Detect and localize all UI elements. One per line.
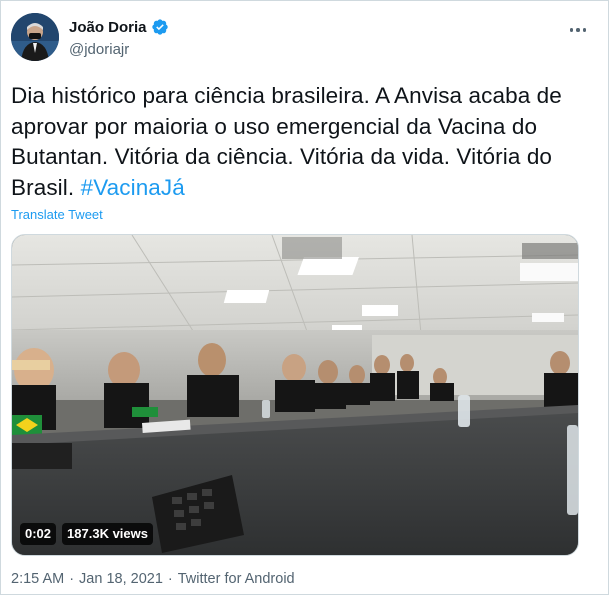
video-duration: 0:02 xyxy=(20,523,57,545)
more-icon[interactable] xyxy=(566,21,590,39)
tweet-date[interactable]: Jan 18, 2021 xyxy=(79,571,163,587)
meta-separator: · xyxy=(167,571,173,587)
avatar[interactable] xyxy=(11,13,59,61)
more-dot xyxy=(569,28,574,32)
author-handle[interactable]: @jdoriajr xyxy=(69,41,129,58)
video-views: 187.3K views xyxy=(62,523,153,545)
tweet-time[interactable]: 2:15 AM xyxy=(11,571,64,587)
video-thumbnail xyxy=(12,235,578,555)
translate-tweet-link[interactable]: Translate Tweet xyxy=(11,207,103,222)
tweet-card: João Doria @jdoriajr Dia histórico para … xyxy=(0,0,609,595)
more-dot xyxy=(576,28,580,32)
hashtag-link[interactable]: #VacinaJá xyxy=(81,175,185,200)
video-player[interactable]: 0:02 187.3K views xyxy=(11,234,579,556)
author-name[interactable]: João Doria xyxy=(69,19,147,36)
meta-separator: · xyxy=(69,571,75,587)
tweet-meta: 2:15 AM · Jan 18, 2021 · Twitter for And… xyxy=(11,571,295,587)
video-badges: 0:02 187.3K views xyxy=(20,523,153,545)
tweet-source: Twitter for Android xyxy=(177,571,295,587)
author-name-row[interactable]: João Doria xyxy=(69,18,169,36)
more-dot xyxy=(582,28,587,32)
tweet-text: Dia histórico para ciência brasileira. A… xyxy=(11,81,591,203)
verified-badge-icon xyxy=(151,18,169,36)
